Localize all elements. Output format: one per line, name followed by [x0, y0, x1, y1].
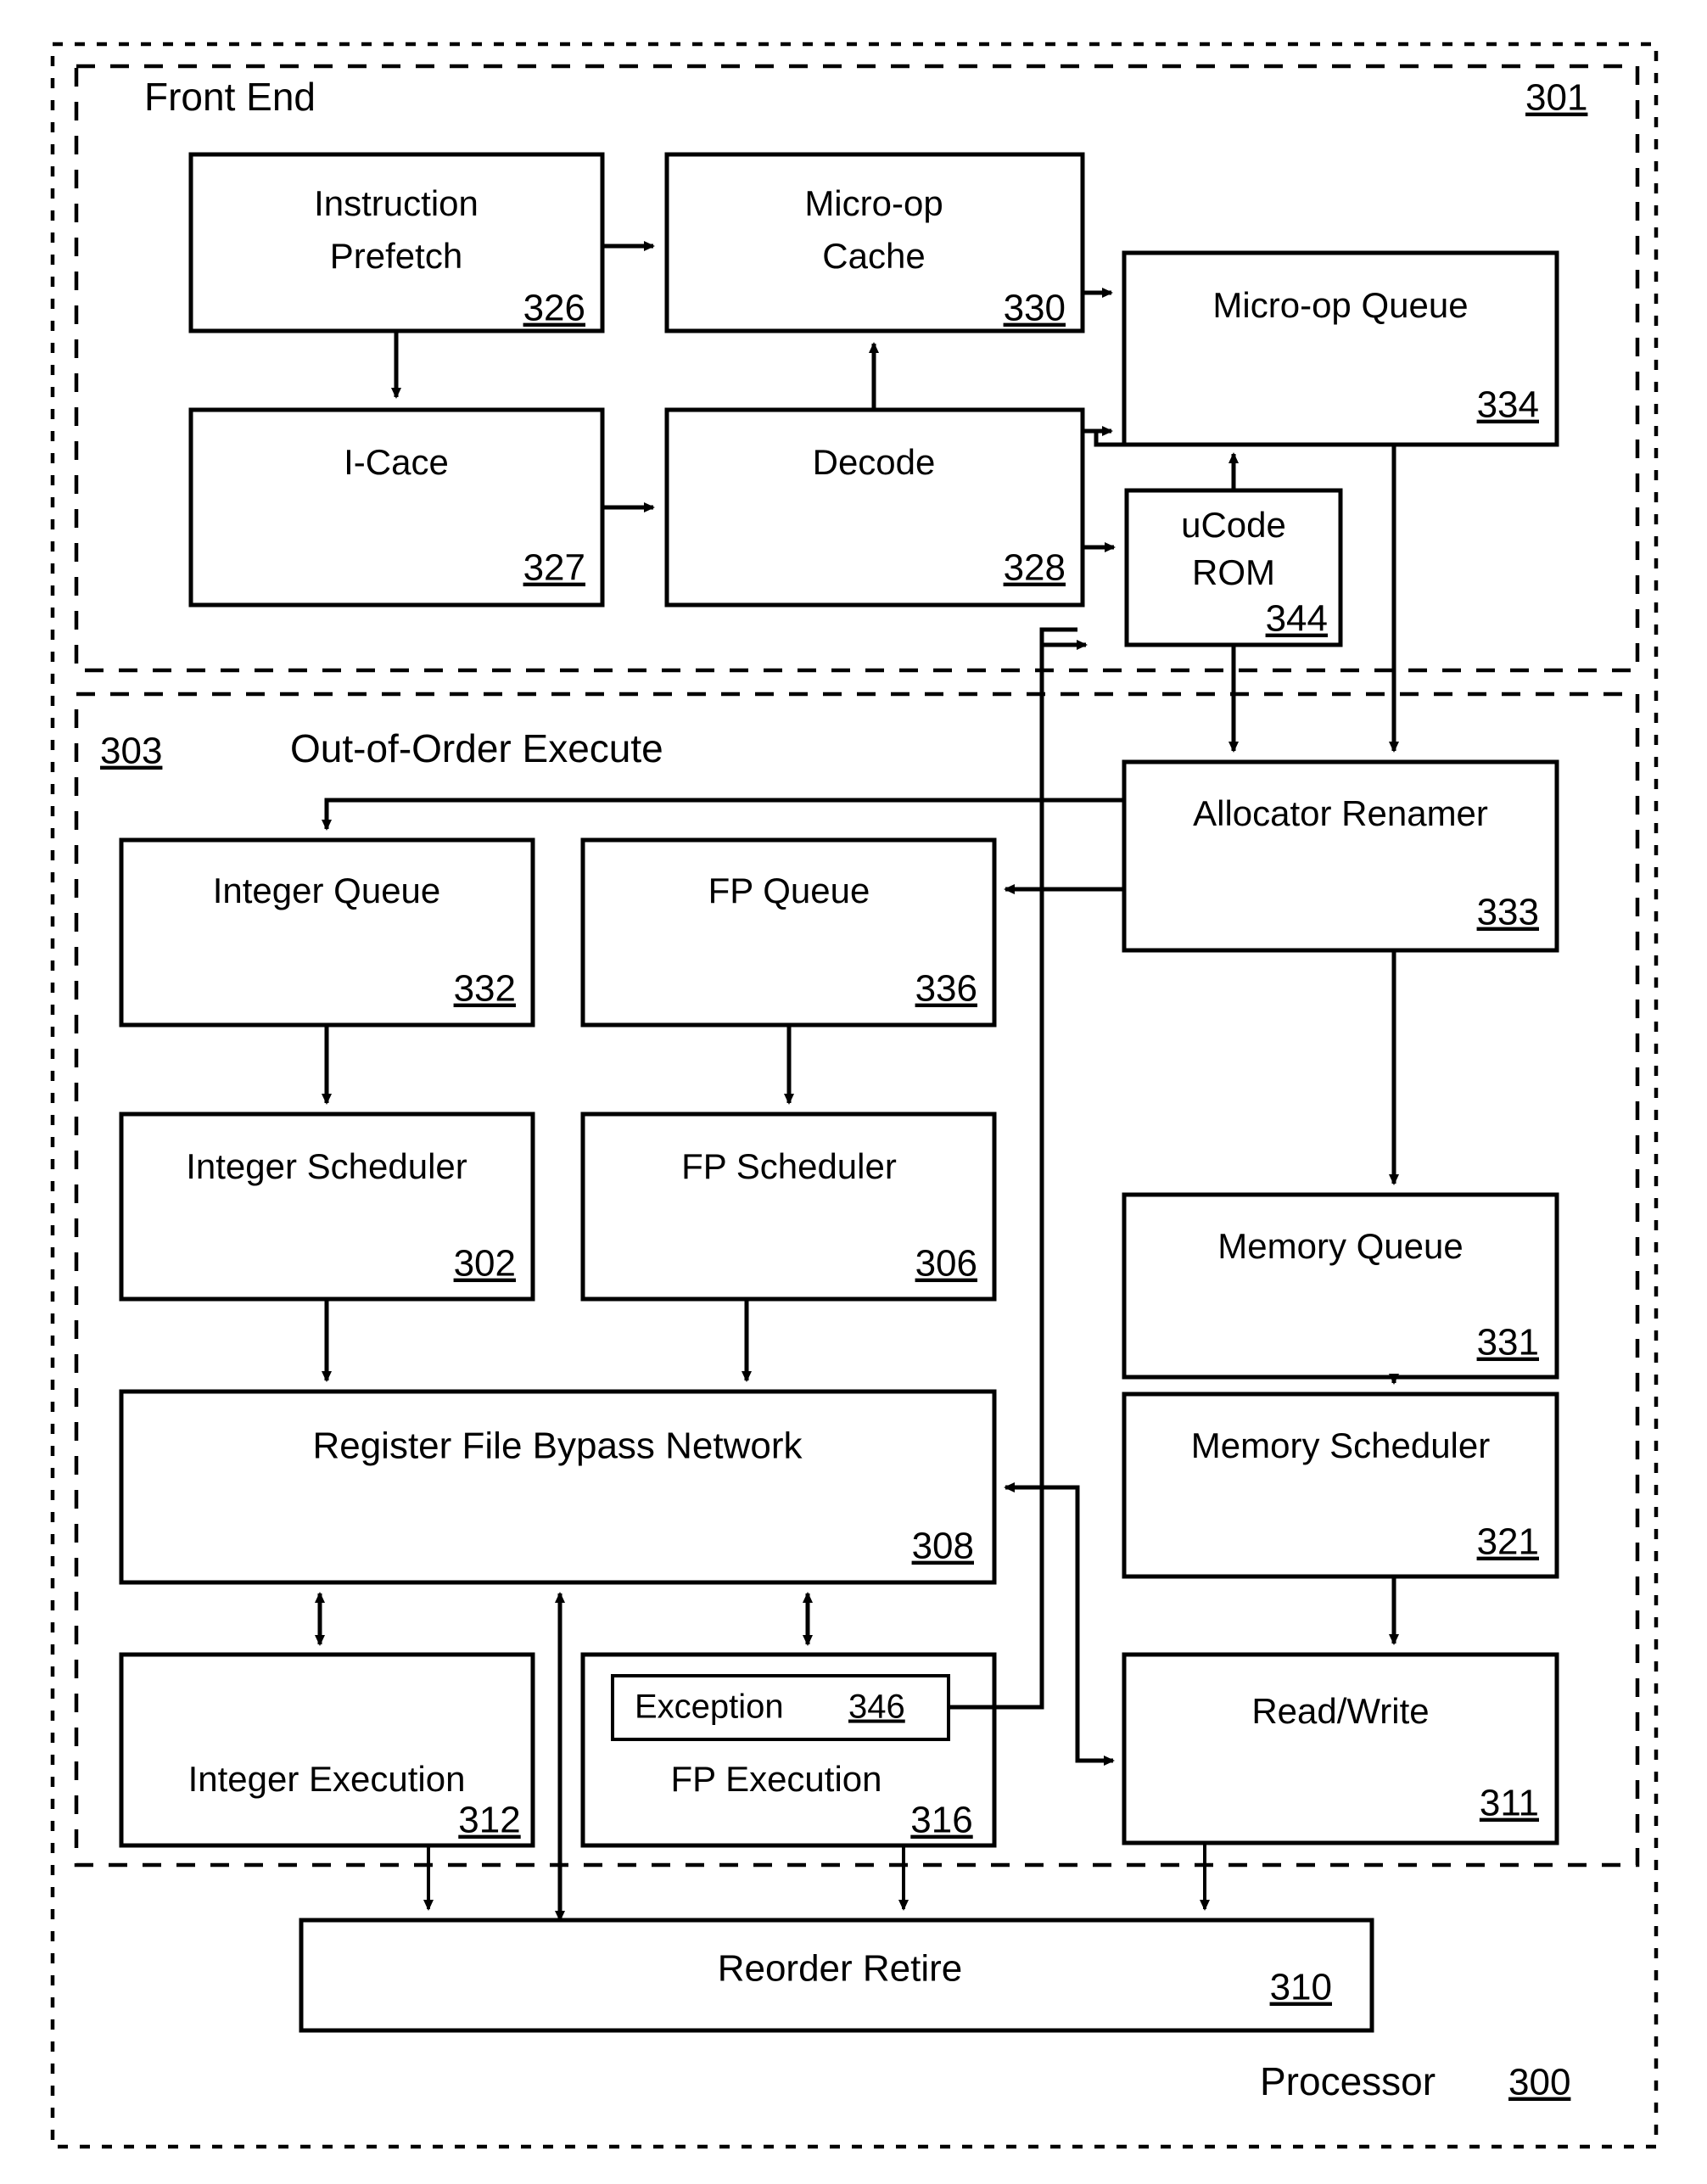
front-end-title: Front End	[144, 75, 316, 119]
reorder-retire-ref: 310	[1270, 1967, 1332, 2008]
fp-queue-ref: 336	[915, 968, 977, 1010]
fp-scheduler-label: FP Scheduler	[681, 1146, 897, 1186]
figure-canvas: Front End 301 Instruction Prefetch 326 M…	[50, 42, 1659, 2149]
micro-op-queue-ref: 334	[1477, 384, 1539, 426]
reorder-retire-label: Reorder Retire	[718, 1948, 963, 1990]
block-register-file-bypass-network	[119, 1389, 997, 1585]
integer-queue-label: Integer Queue	[213, 871, 441, 910]
out-of-order-execute-ref: 303	[100, 731, 162, 772]
ucode-rom-label-line1: uCode	[1181, 505, 1286, 545]
i-cache-ref: 327	[523, 547, 585, 589]
fp-execution-ref: 316	[910, 1800, 972, 1841]
wire-allocator-to-integer-queue	[322, 798, 1124, 831]
micro-op-cache-label-line2: Cache	[822, 236, 925, 276]
i-cache-label: I-Cace	[344, 442, 449, 482]
read-write-label: Read/Write	[1251, 1691, 1429, 1731]
micro-op-cache-ref: 330	[1004, 288, 1066, 329]
integer-execution-ref: 312	[458, 1800, 520, 1841]
micro-op-queue-label: Micro-op Queue	[1212, 285, 1468, 325]
ucode-rom-ref: 344	[1266, 598, 1328, 640]
fp-scheduler-ref: 306	[915, 1243, 977, 1285]
instruction-prefetch-ref: 326	[523, 288, 585, 329]
ucode-rom-label-line2: ROM	[1192, 552, 1275, 592]
integer-queue-ref: 332	[454, 968, 516, 1010]
read-write-ref: 311	[1480, 1783, 1539, 1824]
micro-op-cache-label-line1: Micro-op	[804, 183, 943, 223]
patent-figure-processor-microarchitecture: Front End 301 Instruction Prefetch 326 M…	[0, 0, 1707, 2184]
decode-ref: 328	[1004, 547, 1066, 589]
register-file-bypass-network-label: Register File Bypass Network	[312, 1425, 803, 1467]
memory-scheduler-ref: 321	[1477, 1521, 1539, 1563]
wire-riser-to-read-write	[1075, 1650, 1115, 1766]
memory-queue-ref: 331	[1477, 1322, 1539, 1364]
decode-label: Decode	[813, 442, 936, 482]
integer-scheduler-label: Integer Scheduler	[186, 1146, 467, 1186]
processor-ref: 300	[1508, 2062, 1570, 2103]
out-of-order-execute-title: Out-of-Order Execute	[290, 726, 663, 770]
memory-queue-label: Memory Queue	[1217, 1226, 1463, 1266]
front-end-ref: 301	[1525, 77, 1587, 119]
integer-execution-label: Integer Execution	[188, 1759, 466, 1799]
fp-queue-label: FP Queue	[708, 871, 870, 910]
allocator-renamer-ref: 333	[1477, 892, 1539, 933]
memory-scheduler-label: Memory Scheduler	[1191, 1425, 1490, 1465]
wire-exception-feedback-elbow	[1039, 627, 1077, 645]
instruction-prefetch-label-line2: Prefetch	[330, 236, 462, 276]
fp-execution-label: FP Execution	[670, 1759, 881, 1799]
processor-label: Processor	[1260, 2059, 1436, 2103]
integer-scheduler-ref: 302	[454, 1243, 516, 1285]
register-file-bypass-network-ref: 308	[912, 1526, 974, 1567]
exception-label: Exception	[635, 1688, 784, 1726]
allocator-renamer-label: Allocator Renamer	[1193, 793, 1488, 833]
instruction-prefetch-label-line1: Instruction	[314, 183, 479, 223]
exception-ref: 346	[848, 1688, 905, 1726]
